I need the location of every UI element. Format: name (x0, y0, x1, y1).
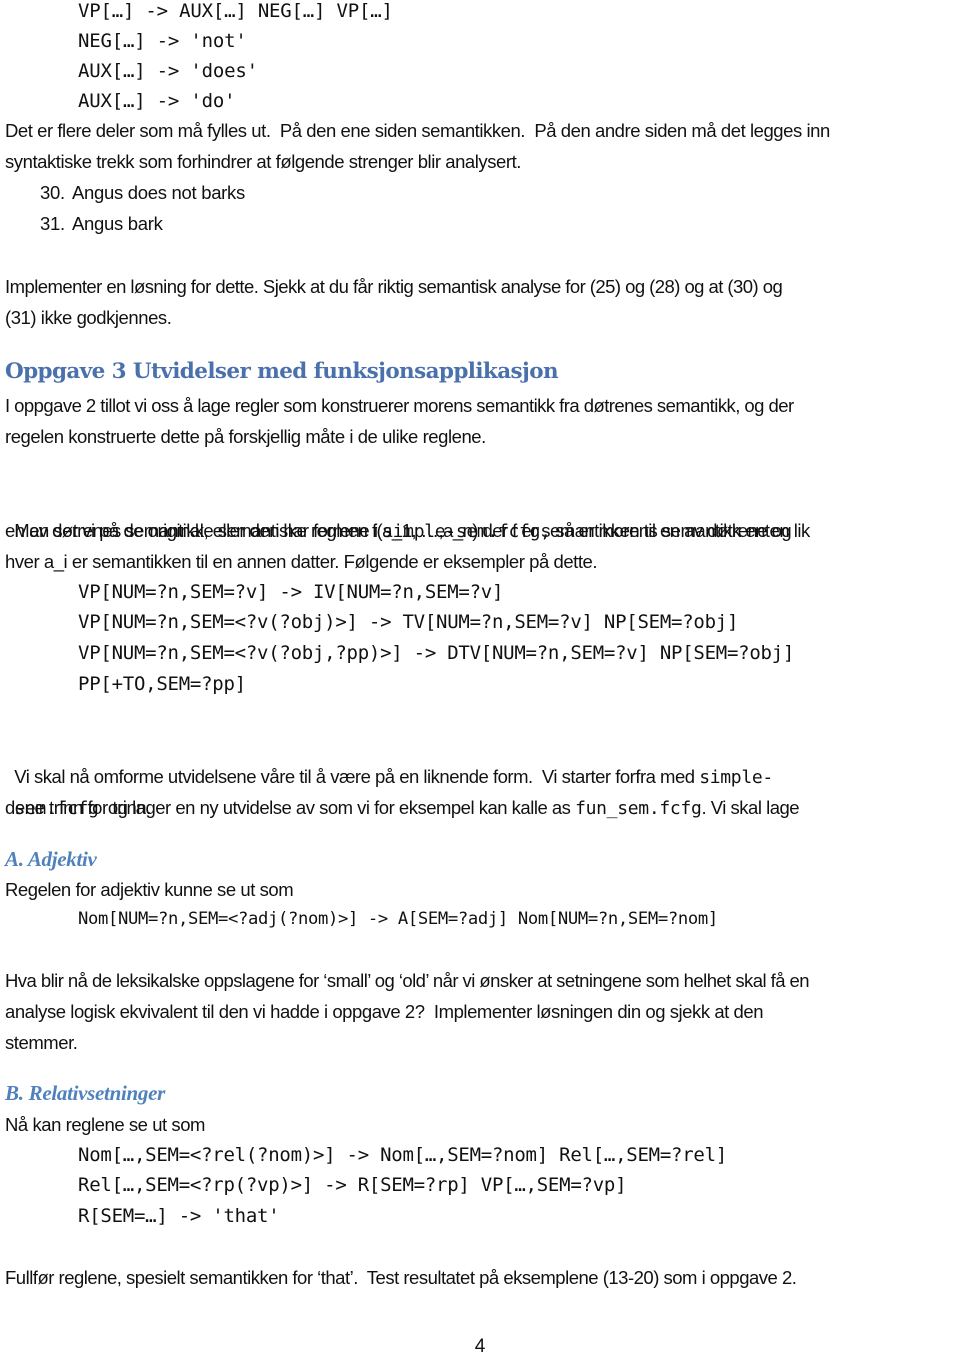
paragraph-line: Nå kan reglene se ut som (5, 1114, 206, 1135)
paragraph-line: hver a_i er semantikken til en annen dat… (5, 551, 598, 572)
paragraph-line: Det er flere deler som må fylles ut. På … (5, 120, 830, 141)
code-line: VP[NUM=?n,SEM=<?v(?obj)>] -> TV[NUM=?n,S… (78, 611, 739, 633)
paragraph-line: Hva blir nå de leksikalske oppslagene fo… (5, 970, 810, 991)
code-line: VP[…] -> AUX[…] NEG[…] VP[…] (78, 0, 393, 22)
paragraph-line: regelen konstruerte dette på forskjellig… (5, 426, 486, 447)
code-line: Nom[…,SEM=<?rel(?nom)>] -> Nom[…,SEM=?no… (78, 1144, 727, 1166)
paragraph-line: dene trinn for trinn. (5, 797, 151, 818)
section-heading: Oppgave 3 Utvidelser med funksjonsapplik… (5, 359, 559, 384)
page-number: 4 (474, 1336, 486, 1357)
code-line: Rel[…,SEM=<?rp(?vp)>] -> R[SEM=?rp] VP[…… (78, 1174, 627, 1196)
paragraph-line: en av døtrenes semantikk, eller den har … (5, 520, 792, 541)
code-line: VP[NUM=?n,SEM=<?v(?obj,?pp)>] -> DTV[NUM… (78, 642, 795, 664)
code-line: R[SEM=…] -> 'that' (78, 1205, 280, 1227)
example-number: 30. (40, 182, 65, 203)
code-line: Nom[NUM=?n,SEM=<?adj(?nom)>] -> A[SEM=?a… (78, 909, 718, 929)
subsection-heading-relativsetninger: B. Relativsetninger (5, 1081, 165, 1105)
example-text: Angus bark (72, 213, 163, 234)
paragraph-line: Implementer en løsning for dette. Sjekk … (5, 276, 783, 297)
paragraph-line: syntaktiske trekk som forhindrer at følg… (5, 151, 521, 172)
example-text: Angus does not barks (72, 182, 245, 203)
code-line: PP[+TO,SEM=?pp] (78, 673, 246, 695)
code-line: VP[NUM=?n,SEM=?v] -> IV[NUM=?n,SEM=?v] (78, 581, 504, 603)
text-run: og lager en ny utvidelse av som vi for e… (98, 797, 576, 818)
paragraph-line: Fullfør reglene, spesielt semantikken fo… (5, 1267, 797, 1288)
subsection-heading-adjektiv: A. Adjektiv (5, 847, 97, 871)
paragraph-line: Regelen for adjektiv kunne se ut som (5, 879, 294, 900)
paragraph-line: I oppgave 2 tillot vi oss å lage regler … (5, 395, 794, 416)
text-run: . Vi skal lage (701, 797, 800, 818)
inline-code-filename: fun_sem.fcfg (575, 798, 702, 819)
code-line: AUX[…] -> 'do' (78, 90, 236, 112)
paragraph-line: analyse logisk ekvivalent til den vi had… (5, 1001, 764, 1022)
example-item: 30. Angus does not barks (40, 177, 245, 208)
code-line: NEG[…] -> 'not' (78, 30, 247, 52)
paragraph-line: stemmer. (5, 1032, 78, 1053)
paragraph-line: (31) ikke godkjennes. (5, 307, 172, 328)
code-line: AUX[…] -> 'does' (78, 60, 258, 82)
example-number: 31. (40, 213, 65, 234)
example-item: 31. Angus bark (40, 208, 163, 239)
